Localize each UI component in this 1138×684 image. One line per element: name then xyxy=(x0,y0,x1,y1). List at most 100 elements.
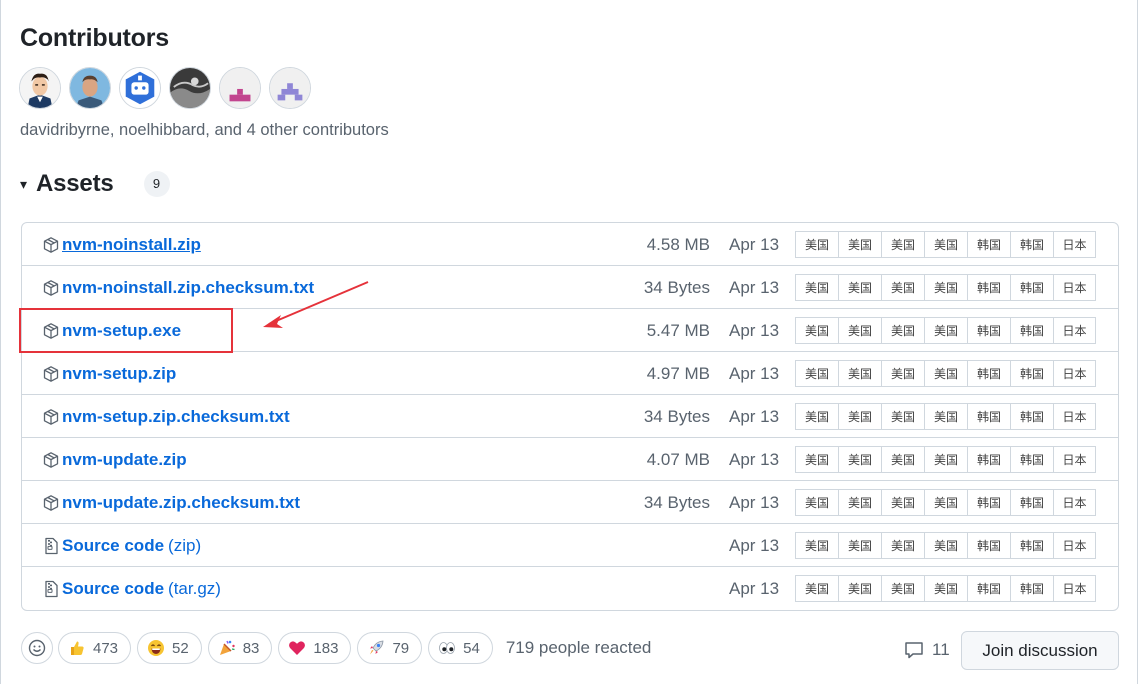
mirror-download-button[interactable]: 美国 xyxy=(795,403,838,430)
mirror-download-button[interactable]: 美国 xyxy=(795,532,838,559)
mirror-download-button[interactable]: 美国 xyxy=(838,231,881,258)
mirror-download-button[interactable]: 美国 xyxy=(881,231,924,258)
asset-download-link[interactable]: nvm-setup.exe xyxy=(62,321,181,341)
mirror-download-button[interactable]: 美国 xyxy=(924,532,967,559)
mirror-download-button[interactable]: 美国 xyxy=(881,274,924,301)
mirror-download-button[interactable]: 韩国 xyxy=(967,274,1010,301)
mirror-download-button[interactable]: 日本 xyxy=(1053,446,1096,473)
comments-count[interactable]: 11 xyxy=(904,640,950,660)
add-reaction-button[interactable] xyxy=(21,632,53,664)
asset-date: Apr 13 xyxy=(729,450,780,469)
mirror-download-button[interactable]: 日本 xyxy=(1053,231,1096,258)
asset-size: 34 Bytes xyxy=(643,493,710,512)
mirror-download-button[interactable]: 韩国 xyxy=(967,231,1010,258)
mirror-download-button[interactable]: 美国 xyxy=(795,317,838,344)
mirror-download-button[interactable]: 日本 xyxy=(1053,575,1096,602)
mirror-download-button[interactable]: 日本 xyxy=(1053,532,1096,559)
asset-date: Apr 13 xyxy=(729,321,780,340)
mirror-download-button[interactable]: 韩国 xyxy=(1010,317,1053,344)
mirror-download-button[interactable]: 美国 xyxy=(924,489,967,516)
mirror-download-button[interactable]: 韩国 xyxy=(1010,489,1053,516)
mirror-download-button[interactable]: 美国 xyxy=(924,274,967,301)
mirror-download-button[interactable]: 韩国 xyxy=(1010,231,1053,258)
reaction-button[interactable]: 83 xyxy=(207,632,273,664)
mirror-download-button[interactable]: 美国 xyxy=(838,532,881,559)
mirror-download-button[interactable]: 美国 xyxy=(924,360,967,387)
asset-download-link[interactable]: Source code xyxy=(62,536,164,556)
assets-summary-toggle[interactable]: ▾ Assets 9 xyxy=(20,170,170,198)
mirror-download-button[interactable]: 美国 xyxy=(838,360,881,387)
mirror-download-button[interactable]: 韩国 xyxy=(1010,403,1053,430)
mirror-download-button[interactable]: 日本 xyxy=(1053,360,1096,387)
mirror-download-button[interactable]: 韩国 xyxy=(967,489,1010,516)
mirror-download-button[interactable]: 美国 xyxy=(881,575,924,602)
mirror-download-button[interactable]: 韩国 xyxy=(967,575,1010,602)
mirror-download-button[interactable]: 美国 xyxy=(924,231,967,258)
asset-row: nvm-setup.zip 4.97 MB Apr 13 美国 美国 美国 美国 韩国 韩国 日本 xyxy=(22,352,1118,395)
contributor-avatar-1[interactable] xyxy=(19,67,61,109)
mirror-download-button[interactable]: 美国 xyxy=(924,575,967,602)
mirror-download-button[interactable]: 韩国 xyxy=(967,532,1010,559)
mirror-download-button[interactable]: 美国 xyxy=(795,231,838,258)
reaction-button[interactable]: 183 xyxy=(278,632,352,664)
asset-download-link[interactable]: Source code xyxy=(62,579,164,599)
mirror-download-button[interactable]: 日本 xyxy=(1053,317,1096,344)
mirror-download-button[interactable]: 韩国 xyxy=(1010,446,1053,473)
asset-date: Apr 13 xyxy=(729,536,780,555)
mirror-download-button[interactable]: 美国 xyxy=(795,446,838,473)
mirror-download-button[interactable]: 日本 xyxy=(1053,274,1096,301)
mirror-download-button[interactable]: 美国 xyxy=(881,532,924,559)
mirror-download-button[interactable]: 美国 xyxy=(795,360,838,387)
asset-download-link[interactable]: nvm-noinstall.zip.checksum.txt xyxy=(62,278,314,298)
mirror-download-button[interactable]: 美国 xyxy=(881,317,924,344)
mirror-download-button[interactable]: 美国 xyxy=(795,274,838,301)
reactions-summary: 719 people reacted xyxy=(505,638,652,657)
contributor-avatar-4[interactable] xyxy=(169,67,211,109)
asset-name-cell: nvm-update.zip xyxy=(42,438,187,481)
mirror-download-button[interactable]: 日本 xyxy=(1053,489,1096,516)
mirror-download-button[interactable]: 美国 xyxy=(924,446,967,473)
mirror-download-button[interactable]: 美国 xyxy=(838,317,881,344)
contributor-avatar-2[interactable] xyxy=(69,67,111,109)
mirror-download-button[interactable]: 美国 xyxy=(924,317,967,344)
join-discussion-button[interactable]: Join discussion xyxy=(961,631,1119,670)
asset-download-link[interactable]: nvm-noinstall.zip xyxy=(62,235,201,255)
reaction-button[interactable]: 54 xyxy=(428,632,493,664)
reaction-count: 183 xyxy=(313,639,339,657)
laugh-icon xyxy=(147,639,165,657)
mirror-download-button[interactable]: 美国 xyxy=(795,489,838,516)
mirror-download-button[interactable]: 美国 xyxy=(838,446,881,473)
contributor-avatar-6[interactable] xyxy=(269,67,311,109)
mirror-download-button[interactable]: 美国 xyxy=(881,403,924,430)
mirror-download-button[interactable]: 美国 xyxy=(838,489,881,516)
mirror-download-button[interactable]: 美国 xyxy=(924,403,967,430)
mirror-download-button[interactable]: 韩国 xyxy=(1010,274,1053,301)
reaction-button[interactable]: 52 xyxy=(137,632,202,664)
contributor-avatar-3[interactable] xyxy=(119,67,161,109)
mirror-download-button[interactable]: 日本 xyxy=(1053,403,1096,430)
mirror-download-button[interactable]: 美国 xyxy=(881,489,924,516)
reaction-button[interactable]: 473 xyxy=(58,632,132,664)
mirror-download-button[interactable]: 韩国 xyxy=(967,317,1010,344)
rocket-icon xyxy=(367,639,385,657)
mirror-download-button[interactable]: 韩国 xyxy=(967,360,1010,387)
asset-download-link[interactable]: nvm-setup.zip.checksum.txt xyxy=(62,407,290,427)
asset-size: 34 Bytes xyxy=(643,407,710,426)
mirror-download-button[interactable]: 韩国 xyxy=(967,446,1010,473)
mirror-download-button[interactable]: 美国 xyxy=(838,403,881,430)
heart-icon xyxy=(288,639,306,657)
asset-download-link[interactable]: nvm-setup.zip xyxy=(62,364,176,384)
mirror-download-button[interactable]: 韩国 xyxy=(1010,575,1053,602)
contributor-avatar-5[interactable] xyxy=(219,67,261,109)
mirror-download-button[interactable]: 美国 xyxy=(838,575,881,602)
mirror-download-button[interactable]: 韩国 xyxy=(1010,360,1053,387)
mirror-download-button[interactable]: 美国 xyxy=(881,360,924,387)
mirror-download-button[interactable]: 韩国 xyxy=(1010,532,1053,559)
mirror-download-button[interactable]: 美国 xyxy=(881,446,924,473)
asset-download-link[interactable]: nvm-update.zip.checksum.txt xyxy=(62,493,300,513)
reaction-button[interactable]: 79 xyxy=(357,632,423,664)
asset-download-link[interactable]: nvm-update.zip xyxy=(62,450,187,470)
mirror-download-button[interactable]: 美国 xyxy=(838,274,881,301)
mirror-download-button[interactable]: 美国 xyxy=(795,575,838,602)
mirror-download-button[interactable]: 韩国 xyxy=(967,403,1010,430)
